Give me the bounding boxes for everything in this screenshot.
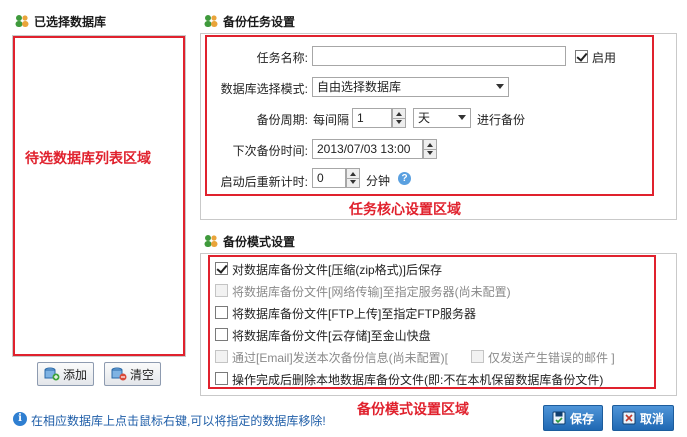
save-icon <box>552 411 566 425</box>
db-mode-select[interactable]: 自由选择数据库 <box>312 77 509 97</box>
db-mode-label: 数据库选择模式: <box>220 82 308 96</box>
stepper-up-icon <box>396 112 402 116</box>
task-settings-title: 备份任务设置 <box>203 12 295 30</box>
stepper-down-icon <box>427 151 433 155</box>
backup-mode-title: 备份模式设置 <box>203 232 295 250</box>
period-label: 备份周期: <box>256 113 308 127</box>
option-zip-checkbox[interactable] <box>215 262 228 275</box>
selected-databases-title: 已选择数据库 <box>14 12 106 30</box>
every-label: 每间隔 <box>313 113 350 127</box>
next-backup-stepper[interactable] <box>423 139 437 159</box>
backup-mode-annotation-label: 备份模式设置区域 <box>357 402 469 418</box>
database-list-annotation-box <box>13 36 185 356</box>
restart-timer-unit: 分钟 <box>366 174 391 188</box>
restart-timer-input[interactable]: 0 <box>312 168 346 188</box>
database-users-icon <box>15 15 29 27</box>
period-input[interactable]: 1 <box>352 108 392 128</box>
option-email-errors-label: 仅发送产生错误的邮件 ] <box>488 351 615 365</box>
option-zip-label: 对数据库备份文件[压缩(zip格式)]后保存 <box>232 263 443 277</box>
save-button[interactable]: 保存 <box>543 405 603 431</box>
cancel-icon <box>622 411 636 425</box>
option-cloud-checkbox[interactable] <box>215 328 228 341</box>
option-email-label: 通过[Email]发送本次备份信息(尚未配置)[ <box>232 351 449 365</box>
next-backup-label: 下次备份时间: <box>232 144 308 158</box>
period-stepper[interactable] <box>392 108 406 128</box>
option-email-checkbox <box>215 350 228 363</box>
option-cloud-label: 将数据库备份文件[云存储]至金山快盘 <box>232 329 431 343</box>
chevron-down-icon <box>496 84 504 89</box>
help-icon[interactable]: ? <box>398 172 411 185</box>
task-settings-annotation-label: 任务核心设置区域 <box>349 202 461 218</box>
cancel-button[interactable]: 取消 <box>612 405 674 431</box>
footer-hint: 在相应数据库上点击鼠标右键,可以将指定的数据库移除! <box>31 414 326 428</box>
option-delete-local-label: 操作完成后删除本地数据库备份文件(即:不在本机保留数据库备份文件) <box>232 373 604 387</box>
info-icon: i <box>13 412 27 426</box>
option-network-label: 将数据库备份文件[网络传输]至指定服务器(尚未配置) <box>232 285 511 299</box>
stepper-down-icon <box>396 120 402 124</box>
task-name-label: 任务名称: <box>256 51 308 65</box>
stepper-up-icon <box>350 172 356 176</box>
stepper-up-icon <box>427 143 433 147</box>
restart-timer-stepper[interactable] <box>346 168 360 188</box>
enable-label: 启用 <box>592 51 617 65</box>
restart-timer-label: 启动后重新计时: <box>220 175 308 189</box>
clear-database-icon <box>111 367 127 381</box>
option-email-errors-checkbox <box>471 350 484 363</box>
next-backup-input[interactable]: 2013/07/03 13:00 <box>312 139 423 159</box>
option-network-checkbox <box>215 284 228 297</box>
add-button[interactable]: 添加 <box>37 362 94 386</box>
database-users-icon <box>204 235 218 247</box>
stepper-down-icon <box>350 180 356 184</box>
enable-checkbox[interactable] <box>575 50 588 63</box>
add-database-icon <box>44 367 60 381</box>
period-unit-select[interactable]: 天 <box>413 108 471 128</box>
period-suffix: 进行备份 <box>477 113 526 127</box>
option-ftp-checkbox[interactable] <box>215 306 228 319</box>
database-users-icon <box>204 15 218 27</box>
database-list-annotation-label: 待选数据库列表区域 <box>25 151 151 167</box>
task-name-input[interactable] <box>312 46 566 66</box>
option-delete-local-checkbox[interactable] <box>215 372 228 385</box>
option-ftp-label: 将数据库备份文件[FTP上传]至指定FTP服务器 <box>232 307 476 321</box>
clear-button[interactable]: 清空 <box>104 362 161 386</box>
chevron-down-icon <box>458 115 466 120</box>
